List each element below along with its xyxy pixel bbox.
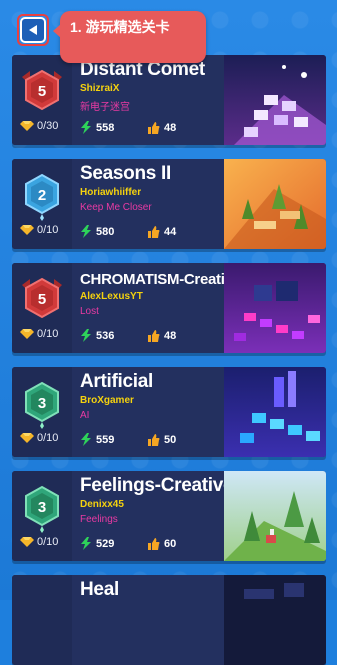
level-thumbnail (224, 263, 326, 353)
badge-area: 5 0/30 (12, 55, 72, 145)
level-stats: 580 44 (80, 225, 210, 238)
thumbs-up-icon (148, 433, 160, 446)
level-title: Heal (80, 579, 119, 600)
song-name: Lost (80, 306, 99, 317)
level-card[interactable]: 3 0/10 Feelings-Creative Denixx45 Feelin… (12, 471, 326, 561)
level-stats: 536 48 (80, 329, 210, 342)
level-card[interactable]: 3 0/10 Artificial BroXgamer AI 559 50 (12, 367, 326, 457)
play-count: 529 (96, 537, 115, 550)
level-card[interactable]: 2 0/10 Seasons II Horiawhiiffer Keep Me … (12, 159, 326, 249)
thumbs-up-icon (148, 329, 160, 342)
gem-icon (20, 225, 34, 235)
play-count: 536 (96, 329, 115, 342)
gem-icon (20, 329, 34, 339)
badge-area (12, 575, 72, 665)
gem-icon (20, 121, 34, 131)
play-count: 559 (96, 433, 115, 446)
gem-counter: 0/30 (20, 120, 58, 132)
badge-level-number: 2 (38, 187, 46, 204)
badge-area: 3 0/10 (12, 367, 72, 457)
level-thumbnail (224, 575, 326, 665)
badge-level-number: 5 (38, 83, 46, 100)
badge-level-number: 3 (38, 395, 46, 412)
level-thumbnail (224, 55, 326, 145)
level-stats: 529 60 (80, 537, 210, 550)
badge-level-number: 3 (38, 499, 46, 516)
level-thumbnail (224, 159, 326, 249)
level-title: Feelings-Creative (80, 475, 234, 496)
tutorial-tooltip: 1. 游玩精选关卡 (53, 11, 206, 63)
badge-area: 3 0/10 (12, 471, 72, 561)
gem-icon (20, 537, 34, 547)
level-badge-icon: 5 (22, 277, 62, 319)
level-badge-icon: 3 (25, 381, 59, 429)
level-author: Denixx45 (80, 499, 124, 510)
play-count: 558 (96, 121, 115, 134)
thumbs-up-icon (148, 225, 160, 238)
gem-counter: 0/10 (20, 224, 58, 236)
badge-level-number: 5 (38, 291, 46, 308)
level-stats: 558 48 (80, 121, 210, 134)
song-name: Feelings (80, 514, 118, 525)
like-count: 48 (164, 329, 177, 342)
badge-area: 5 0/10 (12, 263, 72, 353)
lightning-icon (81, 537, 91, 550)
gem-count: 0/30 (37, 120, 59, 132)
level-stats: 559 50 (80, 433, 210, 446)
level-thumbnail (224, 471, 326, 561)
thumbs-up-icon (148, 121, 160, 134)
level-author: Horiawhiiffer (80, 187, 142, 198)
song-name: Keep Me Closer (80, 202, 152, 213)
like-count: 60 (164, 537, 177, 550)
thumbs-up-icon (148, 537, 160, 550)
gem-count: 0/10 (37, 432, 59, 444)
level-card[interactable]: 5 0/30 Distant Comet ShizraiX 新电子迷宫 558 … (12, 55, 326, 145)
tooltip-text: 1. 游玩精选关卡 (70, 19, 170, 35)
level-author: AlexLexusYT (80, 291, 143, 302)
lightning-icon (81, 121, 91, 134)
gem-count: 0/10 (37, 224, 59, 236)
like-count: 50 (164, 433, 177, 446)
gem-counter: 0/10 (20, 432, 58, 444)
badge-area: 2 0/10 (12, 159, 72, 249)
like-count: 44 (164, 225, 177, 238)
gem-counter: 0/10 (20, 328, 58, 340)
gem-count: 0/10 (37, 536, 59, 548)
song-name: AI (80, 410, 90, 421)
lightning-icon (81, 225, 91, 238)
level-card[interactable]: 5 0/10 CHROMATISM-Creative AlexLexusYT L… (12, 263, 326, 353)
level-badge-icon: 5 (22, 69, 62, 111)
level-title: Seasons II (80, 163, 171, 184)
gem-counter: 0/10 (20, 536, 58, 548)
level-badge-icon: 2 (25, 173, 59, 221)
level-author: ShizraiX (80, 83, 120, 94)
lightning-icon (81, 329, 91, 342)
level-author: BroXgamer (80, 395, 134, 406)
like-count: 48 (164, 121, 177, 134)
level-title: CHROMATISM-Creative (80, 271, 241, 288)
level-badge-icon: 3 (25, 485, 59, 533)
level-thumbnail (224, 367, 326, 457)
play-count: 580 (96, 225, 115, 238)
song-name: 新电子迷宫 (80, 102, 130, 113)
gem-icon (20, 433, 34, 443)
level-title: Artificial (80, 371, 154, 392)
lightning-icon (81, 433, 91, 446)
level-card[interactable]: Heal (12, 575, 326, 665)
tutorial-highlight (17, 14, 49, 46)
gem-count: 0/10 (37, 328, 59, 340)
